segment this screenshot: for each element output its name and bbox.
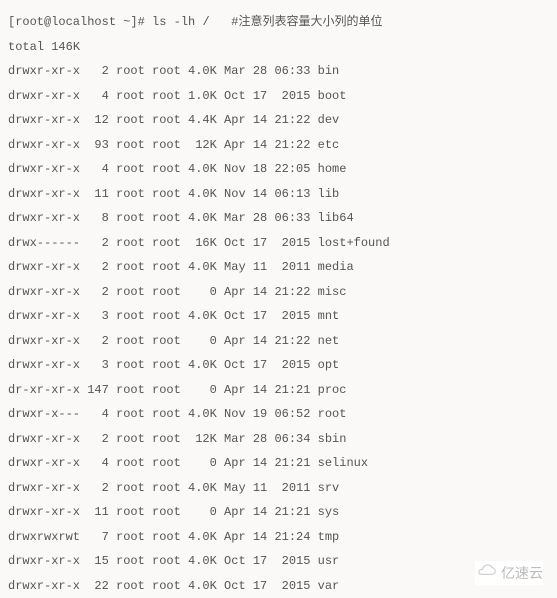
list-item: drwxr-x--- 4 root root 4.0K Nov 19 06:52… (8, 402, 549, 427)
list-item: drwxr-xr-x 93 root root 12K Apr 14 21:22… (8, 133, 549, 158)
command-text: ls -lh / (152, 15, 210, 29)
total-line: total 146K (8, 35, 549, 60)
total-label: total (8, 40, 51, 54)
list-item: drwxr-xr-x 2 root root 12K Mar 28 06:34 … (8, 427, 549, 452)
list-item: drwxrwxrwt 7 root root 4.0K Apr 14 21:24… (8, 525, 549, 550)
total-value: 146K (51, 40, 80, 54)
list-item: drwxr-xr-x 3 root root 4.0K Oct 17 2015 … (8, 353, 549, 378)
list-item: drwxr-xr-x 2 root root 4.0K May 11 2011 … (8, 255, 549, 280)
list-item: drwx------ 2 root root 16K Oct 17 2015 l… (8, 231, 549, 256)
prompt-line: [root@localhost ~]# ls -lh / #注意列表容量大小列的… (8, 10, 549, 35)
command-comment: #注意列表容量大小列的单位 (231, 15, 382, 29)
list-item: drwxr-xr-x 11 root root 0 Apr 14 21:21 s… (8, 500, 549, 525)
directory-listing: drwxr-xr-x 2 root root 4.0K Mar 28 06:33… (8, 59, 549, 598)
list-item: drwxr-xr-x 4 root root 1.0K Oct 17 2015 … (8, 84, 549, 109)
list-item: drwxr-xr-x 3 root root 4.0K Oct 17 2015 … (8, 304, 549, 329)
spacer (210, 15, 232, 29)
watermark: 亿速云 (475, 561, 543, 586)
list-item: dr-xr-xr-x 147 root root 0 Apr 14 21:21 … (8, 378, 549, 403)
list-item: drwxr-xr-x 2 root root 4.0K May 11 2011 … (8, 476, 549, 501)
list-item: drwxr-xr-x 8 root root 4.0K Mar 28 06:33… (8, 206, 549, 231)
list-item: drwxr-xr-x 15 root root 4.0K Oct 17 2015… (8, 549, 549, 574)
list-item: drwxr-xr-x 2 root root 4.0K Mar 28 06:33… (8, 59, 549, 84)
list-item: drwxr-xr-x 12 root root 4.4K Apr 14 21:2… (8, 108, 549, 133)
list-item: drwxr-xr-x 4 root root 4.0K Nov 18 22:05… (8, 157, 549, 182)
list-item: drwxr-xr-x 2 root root 0 Apr 14 21:22 ne… (8, 329, 549, 354)
watermark-text: 亿速云 (501, 561, 543, 586)
list-item: drwxr-xr-x 22 root root 4.0K Oct 17 2015… (8, 574, 549, 598)
list-item: drwxr-xr-x 11 root root 4.0K Nov 14 06:1… (8, 182, 549, 207)
list-item: drwxr-xr-x 4 root root 0 Apr 14 21:21 se… (8, 451, 549, 476)
cloud-icon (475, 561, 497, 586)
shell-prompt: [root@localhost ~]# (8, 15, 152, 29)
list-item: drwxr-xr-x 2 root root 0 Apr 14 21:22 mi… (8, 280, 549, 305)
